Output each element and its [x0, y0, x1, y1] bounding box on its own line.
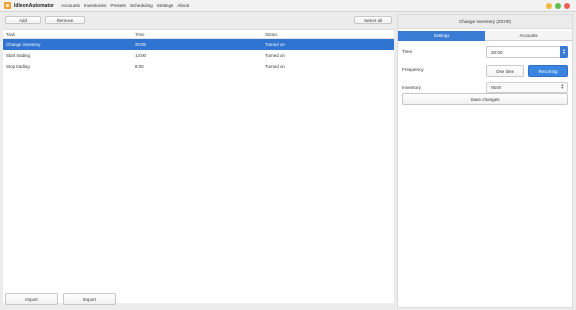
- export-button[interactable]: Export: [63, 293, 116, 305]
- chevron-down-icon[interactable]: ▼: [562, 51, 565, 56]
- cell-status: Turned on: [265, 42, 285, 47]
- cell-time: 14:00: [135, 53, 146, 58]
- cell-time: 8:00: [135, 64, 144, 69]
- menu-scheduling[interactable]: Scheduling: [128, 3, 155, 8]
- menu-settings[interactable]: Settings: [155, 3, 176, 8]
- cell-task: Change inventory: [6, 42, 41, 47]
- cell-status: Turned on: [265, 64, 285, 69]
- table-row[interactable]: Start trading 14:00 Turned on: [3, 50, 394, 61]
- panel-title: Change inventory (20:00): [398, 15, 572, 29]
- menu-inventories[interactable]: Inventories: [82, 3, 108, 8]
- recurring-button[interactable]: Recurring: [528, 65, 568, 77]
- time-label: Time: [402, 49, 413, 54]
- table-header: Task Time Status: [3, 30, 394, 39]
- add-button[interactable]: Add: [5, 16, 41, 24]
- task-list-panel: Add Remove Select all Task Time Status C…: [3, 14, 394, 308]
- frequency-label: Frequency: [402, 67, 424, 72]
- panel-tabs: Settings Accounts: [398, 31, 572, 41]
- time-spinner[interactable]: ▲ ▼: [560, 46, 568, 58]
- column-header-task[interactable]: Task: [6, 32, 15, 37]
- menu-about[interactable]: About: [175, 3, 191, 8]
- remove-button[interactable]: Remove: [45, 16, 85, 24]
- cell-task: Stop trading: [6, 64, 30, 69]
- task-settings-form: Time 20:00 ▲ ▼ Frequency One time Recurr…: [398, 43, 572, 105]
- maximize-button[interactable]: [555, 3, 561, 9]
- close-button[interactable]: [564, 3, 570, 9]
- save-changes-button[interactable]: Save changes: [402, 93, 568, 105]
- menu-bar: Accounts Inventories Presets Scheduling …: [59, 3, 191, 8]
- tab-accounts[interactable]: Accounts: [485, 31, 572, 41]
- import-button[interactable]: Import: [5, 293, 58, 305]
- select-arrows-icon: ▲ ▼: [560, 83, 564, 91]
- app-name: IdleonAutomator: [14, 2, 54, 9]
- time-input[interactable]: 20:00 ▲ ▼: [486, 46, 568, 58]
- app-logo-icon: [4, 2, 11, 9]
- window-controls: [546, 3, 570, 9]
- inventory-value: NEW: [491, 85, 502, 90]
- table-row[interactable]: Stop trading 8:00 Turned on: [3, 61, 394, 72]
- tab-settings[interactable]: Settings: [398, 31, 485, 41]
- select-all-button[interactable]: Select all: [354, 16, 392, 24]
- inventory-select[interactable]: NEW ▲ ▼: [486, 82, 568, 93]
- inventory-label: Inventory: [402, 85, 421, 90]
- menu-accounts[interactable]: Accounts: [59, 3, 82, 8]
- table-row[interactable]: Change inventory 20:00 Turned on: [3, 39, 394, 50]
- cell-task: Start trading: [6, 53, 30, 58]
- column-header-status[interactable]: Status: [265, 32, 277, 37]
- time-value: 20:00: [491, 49, 503, 55]
- title-bar: IdleonAutomator Accounts Inventories Pre…: [0, 0, 576, 12]
- task-toolbar: Add Remove Select all: [3, 16, 394, 24]
- cell-status: Turned on: [265, 53, 285, 58]
- frequency-row: Frequency One time Recurring: [398, 61, 572, 79]
- task-table: Task Time Status Change inventory 20:00 …: [3, 29, 394, 303]
- import-export-bar: Import Export: [3, 293, 394, 307]
- column-header-time[interactable]: Time: [135, 32, 145, 37]
- cell-time: 20:00: [135, 42, 146, 47]
- one-time-button[interactable]: One time: [486, 65, 524, 77]
- task-details-panel: Change inventory (20:00) Settings Accoun…: [397, 14, 573, 308]
- minimize-button[interactable]: [546, 3, 552, 9]
- menu-presets[interactable]: Presets: [108, 3, 128, 8]
- time-row: Time 20:00 ▲ ▼: [398, 43, 572, 61]
